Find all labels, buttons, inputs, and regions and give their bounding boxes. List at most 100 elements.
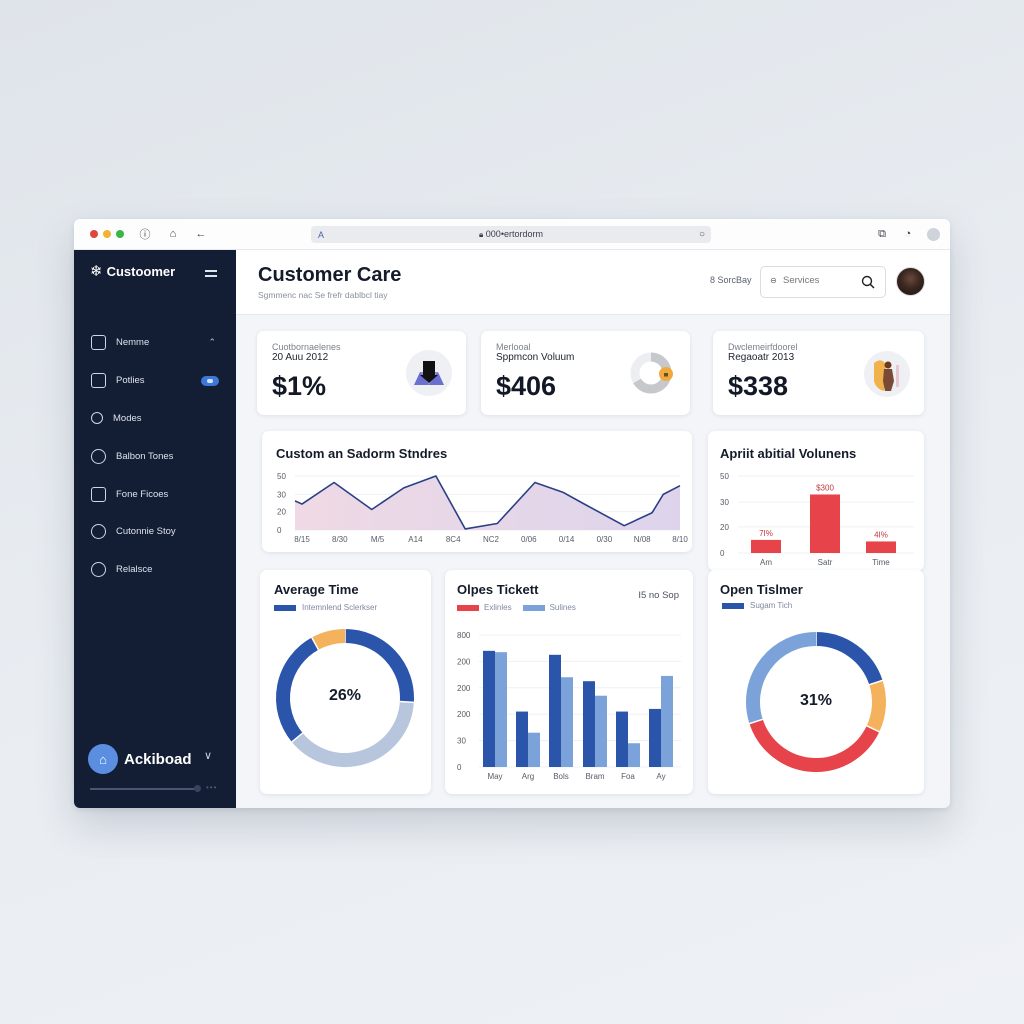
brand-name: Custoomer bbox=[106, 264, 176, 279]
bar bbox=[649, 708, 661, 767]
open-tislmer-donut bbox=[746, 632, 886, 772]
bar bbox=[483, 650, 495, 767]
account-name: Ackiboad bbox=[124, 750, 192, 768]
open-tickets-card: Olpes Tickett I5 no Sop Exlinles Sulines… bbox=[445, 570, 693, 794]
y-tick-label: 200 bbox=[457, 657, 471, 666]
circle-icon bbox=[91, 524, 106, 540]
profile-icon[interactable] bbox=[927, 227, 940, 241]
bar-data-label: 7I% bbox=[759, 529, 773, 538]
sidebar-item-modes[interactable]: Modes bbox=[74, 400, 236, 438]
window-controls bbox=[90, 230, 124, 238]
sidebar-item-relalsce[interactable]: Relalsce bbox=[74, 551, 236, 589]
bar bbox=[866, 541, 896, 553]
menu-icon[interactable] bbox=[205, 270, 217, 277]
person-illustration-icon bbox=[864, 351, 910, 397]
x-tick-label: Time bbox=[872, 558, 890, 567]
check-circle-icon bbox=[91, 448, 106, 464]
x-tick-label: A14 bbox=[408, 535, 423, 544]
kpi-value: $406 bbox=[496, 371, 557, 401]
reload-icon[interactable]: ○ bbox=[699, 229, 705, 240]
toggle-switch[interactable] bbox=[201, 375, 219, 386]
sidebar-item-label: Fone Ficoes bbox=[116, 488, 169, 500]
donut-slice bbox=[291, 701, 414, 767]
x-tick-label: Bram bbox=[585, 772, 604, 781]
search-box[interactable]: ⊖ bbox=[760, 266, 886, 298]
sidebar-item-balbon-tones[interactable]: Balbon Tones bbox=[74, 437, 236, 475]
header-link[interactable]: 8 SorcBay bbox=[710, 275, 752, 285]
page-header: Customer Care Sgmmenc nac Se frefr dablb… bbox=[236, 250, 950, 315]
chevron-down-icon[interactable]: ∨ bbox=[204, 749, 212, 762]
donut-lock-icon bbox=[627, 349, 675, 397]
area-fill bbox=[295, 476, 680, 530]
bar bbox=[583, 681, 595, 767]
share-icon[interactable]: ⌂ bbox=[166, 227, 180, 241]
y-tick-label: 200 bbox=[457, 684, 471, 693]
sidebar-item-label: Cutonnie Stoy bbox=[116, 526, 176, 538]
open-tislmer-card: Open Tislmer Sugam Tich 31% bbox=[708, 570, 924, 794]
bar bbox=[616, 711, 628, 767]
x-tick-label: May bbox=[487, 772, 502, 781]
nodes-icon bbox=[91, 412, 103, 425]
scrollbar-handle[interactable] bbox=[194, 785, 201, 792]
page-title: Customer Care bbox=[258, 264, 402, 286]
sidebar-item-label: Relalsce bbox=[116, 564, 153, 576]
sidebar-item-cutonnie-stoy[interactable]: Cutonnie Stoy bbox=[74, 513, 236, 551]
history-icon[interactable]: ◔ bbox=[901, 227, 915, 241]
donut-center-label: 26% bbox=[328, 687, 362, 704]
bar-data-label: 4I% bbox=[874, 530, 888, 539]
search-icon[interactable] bbox=[861, 275, 875, 289]
sidebar-item-label: Potlies bbox=[116, 375, 145, 387]
maximize-window-button[interactable] bbox=[116, 230, 124, 238]
bar bbox=[595, 695, 607, 767]
open-tickets-bar-chart: 0 30 200 200 200 800 May Arg Bols Bram Foa Ay bbox=[457, 631, 681, 781]
back-arrow-icon[interactable]: ← bbox=[194, 227, 208, 241]
x-tick-label: 8C4 bbox=[446, 535, 461, 544]
kpi-sublabel: Regaoatr 2013 bbox=[728, 352, 795, 363]
sidebar: ❄ Custoomer Nemme ⌃ Potlies Modes Balbon… bbox=[74, 250, 236, 808]
donut-slice bbox=[866, 680, 886, 732]
sidebar-item-label: Balbon Tones bbox=[116, 450, 174, 462]
sidebar-item-nemme[interactable]: Nemme ⌃ bbox=[74, 324, 236, 362]
x-tick-label: NC2 bbox=[483, 535, 500, 544]
chevron-up-icon[interactable]: ⌃ bbox=[208, 337, 216, 348]
kpi-label: Cuotbornaelenes bbox=[272, 342, 341, 352]
kpi-label: Merlooal bbox=[496, 342, 531, 352]
brand[interactable]: ❄ Custoomer bbox=[90, 264, 175, 279]
kpi-card: Merlooal Sppmcon Voluum $406 bbox=[481, 331, 690, 415]
donut-center-label: 31% bbox=[799, 692, 833, 709]
x-tick-label: 0/14 bbox=[559, 535, 575, 544]
bar bbox=[661, 675, 673, 767]
extension-icon[interactable]: ⧉ bbox=[875, 227, 889, 241]
minimize-window-button[interactable] bbox=[103, 230, 111, 238]
donut-slice bbox=[311, 629, 346, 650]
bar bbox=[751, 539, 781, 553]
kpi-value: $338 bbox=[728, 371, 789, 401]
circle-outline-icon bbox=[91, 562, 106, 578]
sidebar-item-potlies[interactable]: Potlies bbox=[74, 362, 236, 400]
info-icon[interactable]: ⓘ bbox=[138, 227, 152, 241]
y-tick-label: 20 bbox=[720, 523, 729, 532]
donut-slice bbox=[276, 637, 319, 742]
kpi-sublabel: Sppmcon Voluum bbox=[496, 352, 575, 363]
x-tick-label: 0/06 bbox=[521, 535, 537, 544]
sidebar-scrollbar[interactable] bbox=[90, 785, 201, 792]
slice-separator bbox=[399, 700, 414, 704]
account-switcher[interactable]: ⌂ Ackiboad ∨ bbox=[88, 744, 212, 774]
donut-slice bbox=[749, 719, 880, 772]
x-tick-label: Ay bbox=[656, 772, 665, 781]
average-time-donut bbox=[276, 629, 414, 767]
close-window-button[interactable] bbox=[90, 230, 98, 238]
user-avatar[interactable] bbox=[896, 267, 925, 296]
bar bbox=[495, 652, 507, 767]
average-time-card: Average Time Intemnlend Sclerkser 26% bbox=[260, 570, 431, 794]
address-bar[interactable]: A 🔒︎ 000•ertordorm ○ bbox=[311, 226, 711, 243]
search-input[interactable] bbox=[783, 275, 869, 286]
y-tick-label: 50 bbox=[720, 472, 729, 481]
sidebar-item-fone-ficoes[interactable]: Fone Ficoes bbox=[74, 475, 236, 513]
y-tick-label: 800 bbox=[457, 631, 471, 640]
lock-small-icon: ⊖ bbox=[770, 276, 777, 285]
x-tick-label: 8/15 bbox=[294, 535, 310, 544]
more-options-icon[interactable]: ••• bbox=[206, 783, 217, 792]
document-icon bbox=[91, 373, 106, 389]
y-tick-label: 0 bbox=[277, 526, 282, 535]
